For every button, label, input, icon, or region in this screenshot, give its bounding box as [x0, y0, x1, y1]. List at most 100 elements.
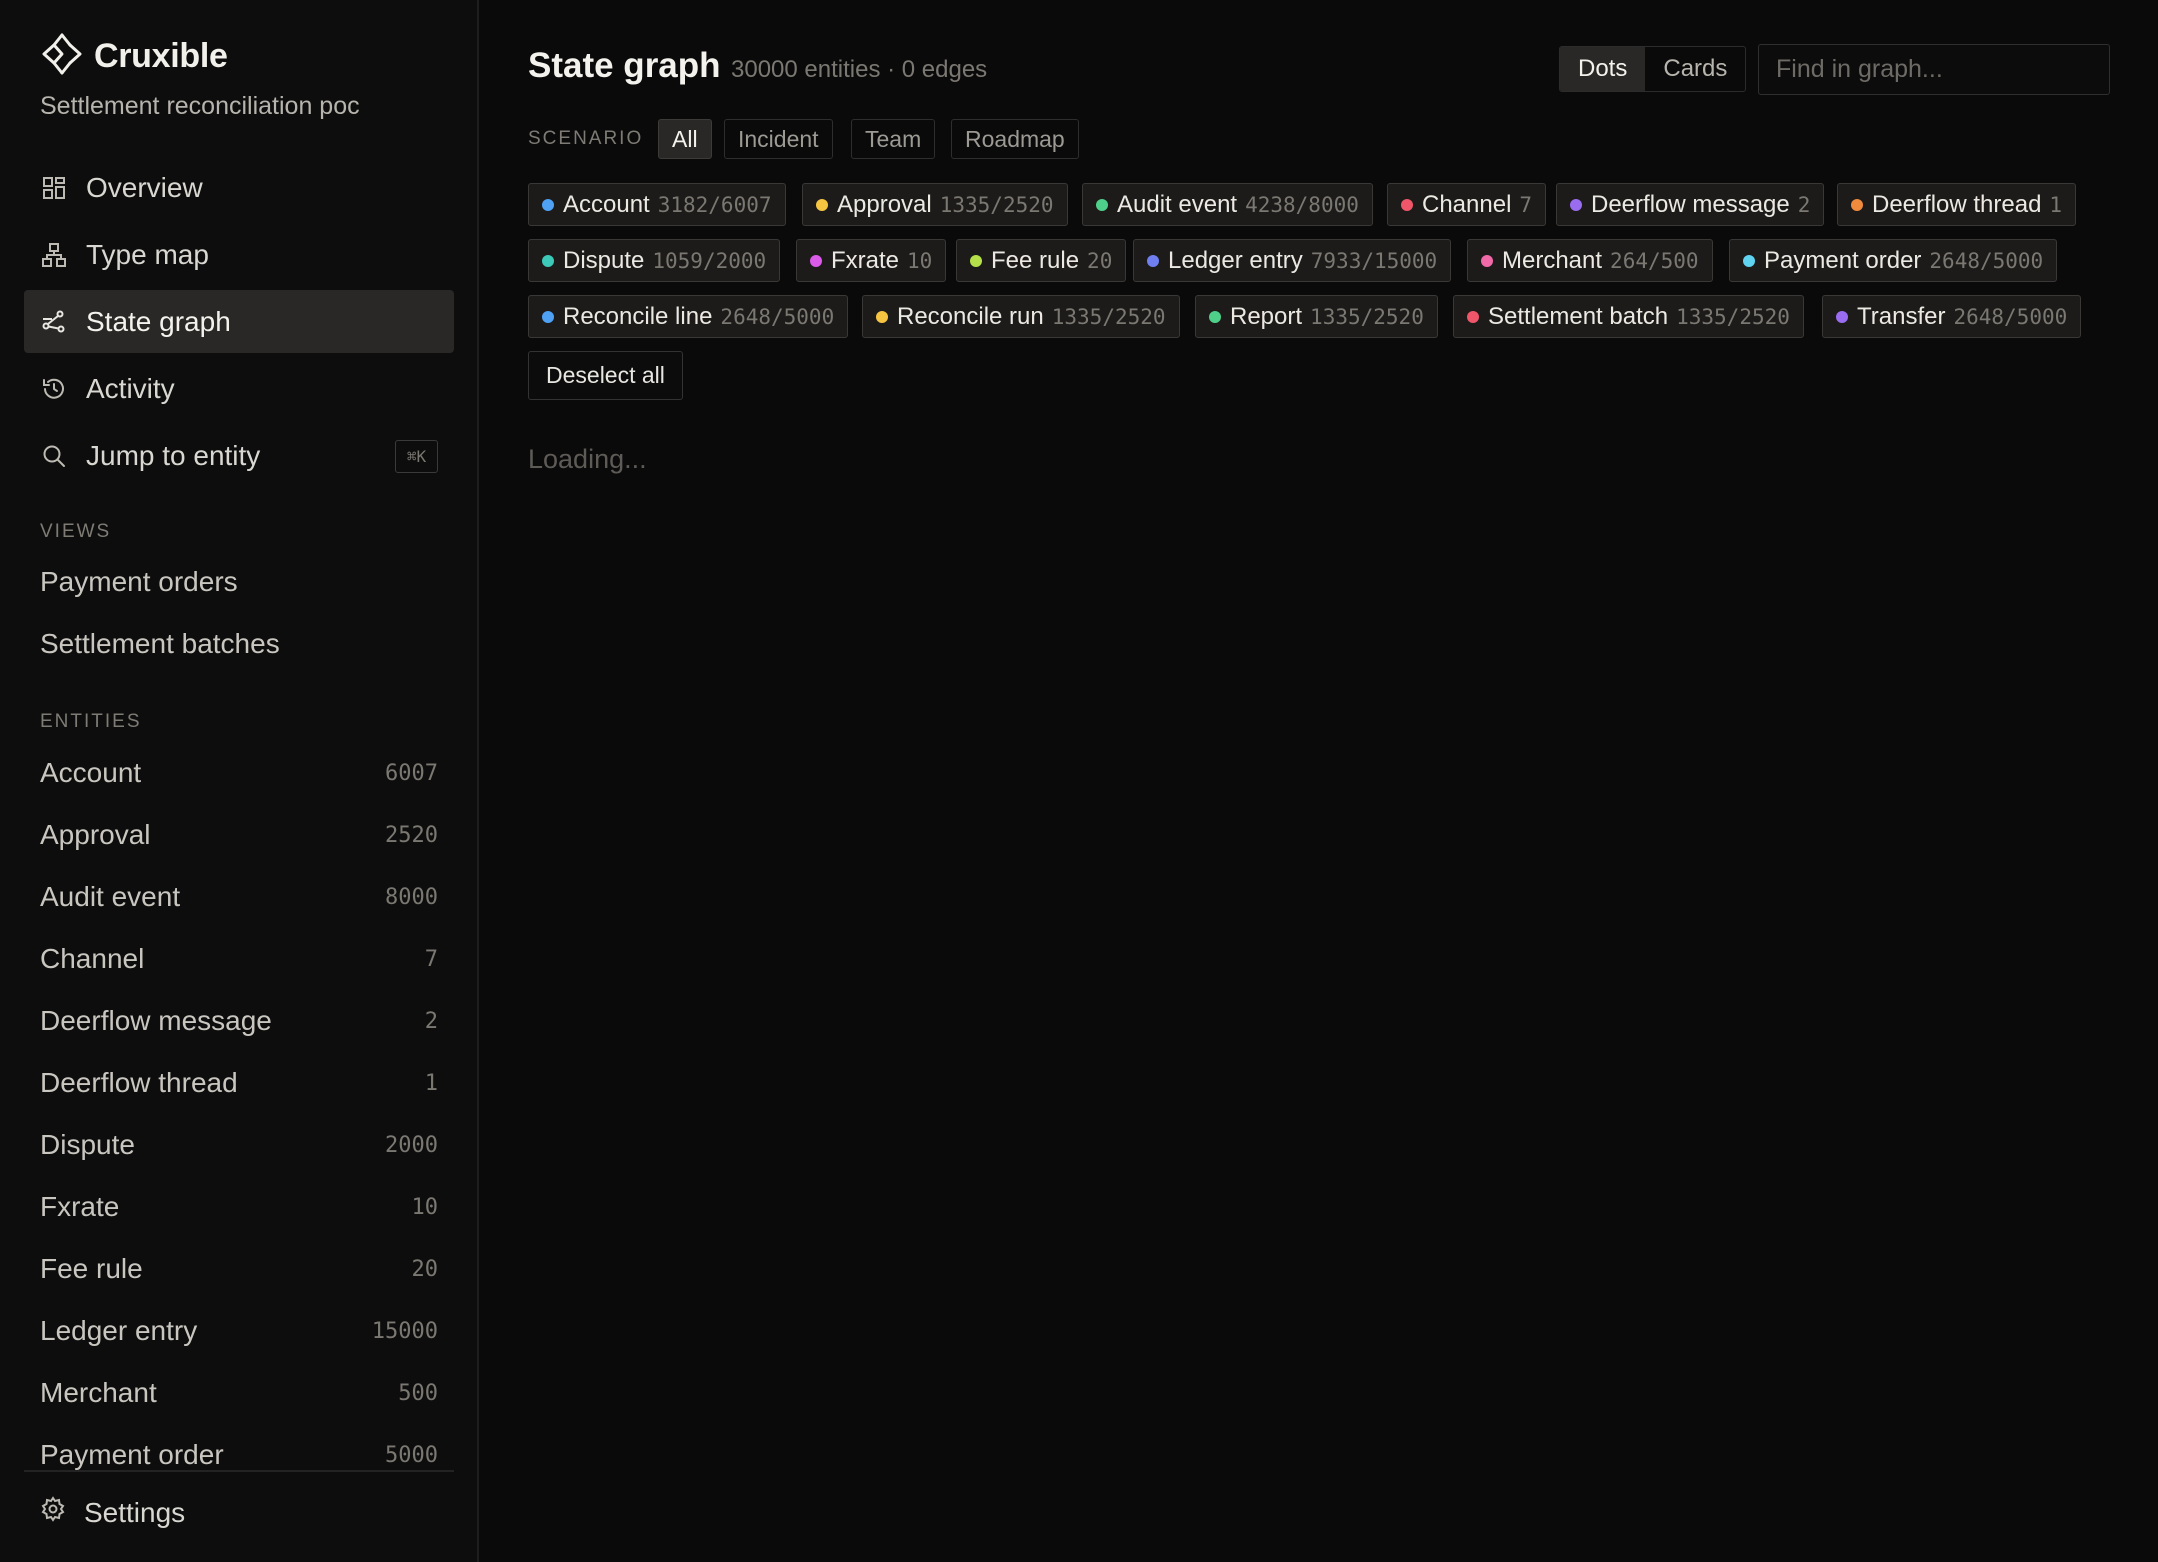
- type-chip-label: Reconcile line: [563, 302, 713, 330]
- type-chip-label: Merchant: [1502, 246, 1603, 274]
- entity-name: Account: [40, 757, 142, 788]
- nav-type-map-label: Type map: [86, 238, 209, 270]
- entity-item[interactable]: Ledger entry 15000: [40, 1311, 438, 1351]
- type-chip[interactable]: Deerflow thread 1: [1837, 183, 2077, 226]
- type-chip-label: Channel: [1422, 190, 1512, 218]
- settings-label: Settings: [84, 1496, 186, 1528]
- type-chip-label: Approval: [837, 190, 932, 218]
- shortcut-badge: ⌘K: [395, 440, 438, 473]
- type-chip-count: 2: [1797, 192, 1811, 217]
- nav-overview-label: Overview: [86, 171, 203, 203]
- type-color-dot: [1481, 254, 1493, 267]
- type-chip[interactable]: Reconcile run 1335/2520: [862, 295, 1180, 338]
- app-name: Cruxible: [94, 37, 228, 75]
- type-color-dot: [1209, 310, 1221, 323]
- entity-count: 7: [424, 946, 438, 972]
- nav-overview[interactable]: Overview: [24, 156, 454, 219]
- brand[interactable]: Cruxible: [40, 32, 228, 81]
- entity-item[interactable]: Audit event 8000: [40, 877, 438, 917]
- entity-count: 6007: [385, 760, 438, 786]
- entity-item[interactable]: Deerflow thread 1: [40, 1063, 438, 1103]
- loading-text: Loading...: [528, 444, 647, 474]
- nav-jump-to-entity-label: Jump to entity: [86, 439, 261, 471]
- entity-count: 2520: [385, 822, 438, 848]
- page-title: State graph: [528, 46, 721, 85]
- type-chip-count: 3182/6007: [657, 192, 772, 217]
- entity-item[interactable]: Dispute 2000: [40, 1125, 438, 1165]
- type-color-dot: [1147, 254, 1159, 267]
- view-payment-orders[interactable]: Payment orders: [40, 566, 238, 598]
- view-mode-dots[interactable]: Dots: [1560, 47, 1646, 91]
- type-color-dot: [1401, 198, 1413, 211]
- type-chip[interactable]: Transfer 2648/5000: [1822, 295, 2082, 338]
- views-heading: VIEWS: [40, 521, 112, 542]
- entity-item[interactable]: Approval 2520: [40, 815, 438, 855]
- scenario-incident[interactable]: Incident: [724, 119, 833, 159]
- type-chip[interactable]: Settlement batch 1335/2520: [1453, 295, 1804, 338]
- settings-button[interactable]: Settings: [40, 1496, 185, 1529]
- type-chip[interactable]: Payment order 2648/5000: [1729, 239, 2058, 282]
- scenario-roadmap[interactable]: Roadmap: [951, 119, 1079, 159]
- history-icon: [40, 375, 68, 403]
- type-color-dot: [876, 310, 888, 323]
- type-chip[interactable]: Merchant 264/500: [1467, 239, 1713, 282]
- entity-item[interactable]: Fxrate 10: [40, 1187, 438, 1227]
- type-chip-count: 20: [1087, 248, 1113, 273]
- type-chip[interactable]: Approval 1335/2520: [802, 183, 1068, 226]
- nav-jump-to-entity[interactable]: Jump to entity ⌘K: [24, 424, 454, 487]
- scenario-all[interactable]: All: [658, 119, 712, 159]
- view-mode-cards[interactable]: Cards: [1645, 47, 1745, 91]
- project-name: Settlement reconciliation poc: [40, 92, 360, 120]
- graph-search-input[interactable]: [1758, 44, 2110, 95]
- graph-stats: 30000 entities · 0 edges: [731, 56, 988, 83]
- entity-name: Audit event: [40, 881, 181, 912]
- type-chip-count: 1335/2520: [1676, 304, 1790, 329]
- type-chip-label: Deerflow thread: [1872, 190, 2042, 218]
- type-color-dot: [1570, 198, 1582, 211]
- type-chip[interactable]: Ledger entry 7933/15000: [1133, 239, 1452, 282]
- sidebar-divider: [24, 1470, 454, 1472]
- type-chip-label: Reconcile run: [897, 302, 1044, 330]
- deselect-all-button[interactable]: Deselect all: [528, 351, 683, 400]
- entity-name: Dispute: [40, 1129, 135, 1160]
- type-chip-label: Fxrate: [831, 246, 900, 274]
- type-chip-count: 1335/2520: [939, 192, 1054, 217]
- nav-activity-label: Activity: [86, 372, 175, 404]
- type-color-dot: [1836, 310, 1848, 323]
- view-settlement-batches[interactable]: Settlement batches: [40, 628, 280, 660]
- type-chip-count: 2648/5000: [1953, 304, 2068, 329]
- entity-count: 5000: [385, 1442, 438, 1468]
- gear-icon: [40, 1496, 66, 1529]
- type-chip[interactable]: Fxrate 10: [796, 239, 947, 282]
- type-chip[interactable]: Account 3182/6007: [528, 183, 786, 226]
- entity-name: Payment order: [40, 1439, 224, 1470]
- entity-count: 1: [424, 1070, 438, 1096]
- nav-activity[interactable]: Activity: [24, 357, 454, 420]
- entity-item[interactable]: Fee rule 20: [40, 1249, 438, 1289]
- entity-item[interactable]: Account 6007: [40, 753, 438, 793]
- entity-name: Deerflow message: [40, 1005, 272, 1036]
- type-color-dot: [542, 198, 554, 211]
- entity-name: Fee rule: [40, 1253, 143, 1284]
- type-chip[interactable]: Reconcile line 2648/5000: [528, 295, 849, 338]
- entity-name: Deerflow thread: [40, 1067, 238, 1098]
- nav-state-graph[interactable]: State graph: [24, 290, 454, 353]
- type-chip[interactable]: Audit event 4238/8000: [1082, 183, 1373, 226]
- type-chip[interactable]: Fee rule 20: [956, 239, 1127, 282]
- nav-type-map[interactable]: Type map: [24, 223, 454, 286]
- entity-item[interactable]: Merchant 500: [40, 1373, 438, 1413]
- type-chip[interactable]: Dispute 1059/2000: [528, 239, 781, 282]
- entity-item[interactable]: Payment order 5000: [40, 1435, 438, 1475]
- type-chip-count: 2648/5000: [1929, 248, 2044, 273]
- type-color-dot: [1743, 254, 1755, 267]
- entity-item[interactable]: Channel 7: [40, 939, 438, 979]
- scenario-team[interactable]: Team: [851, 119, 936, 159]
- entity-item[interactable]: Deerflow message 2: [40, 1001, 438, 1041]
- type-chip[interactable]: Deerflow message 2: [1556, 183, 1825, 226]
- type-chip[interactable]: Report 1335/2520: [1195, 295, 1438, 338]
- grid-icon: [40, 174, 68, 202]
- type-chip[interactable]: Channel 7: [1387, 183, 1547, 226]
- entity-name: Merchant: [40, 1377, 157, 1408]
- entity-name: Approval: [40, 819, 151, 850]
- entity-count: 500: [398, 1380, 438, 1406]
